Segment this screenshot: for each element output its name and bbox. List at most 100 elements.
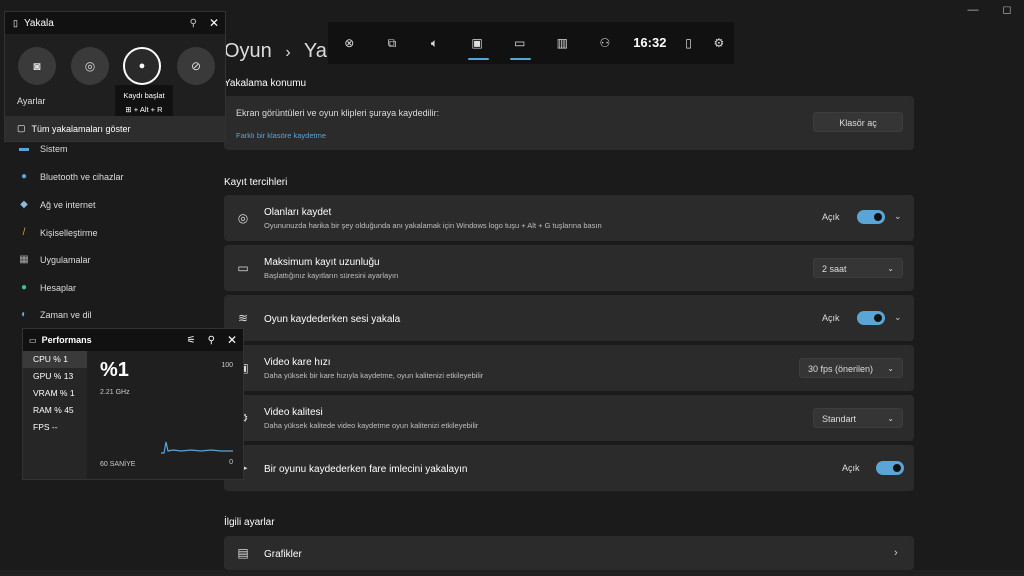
sidebar-item-label: Hesaplar <box>40 283 77 293</box>
taskbar <box>0 570 1024 576</box>
sidebar-item-personalization[interactable]: / Kişiselleştirme <box>18 227 98 239</box>
bar-chart-icon: ▥ <box>556 36 568 50</box>
settings-button[interactable]: ⚙ <box>704 22 734 64</box>
cpu-usage-graph <box>161 441 233 454</box>
frame-rate-dropdown[interactable]: 30 fps (önerilen) ⌄ <box>799 358 903 378</box>
metric-value: 13 <box>63 371 74 381</box>
pin-icon[interactable]: ⚲ <box>208 335 215 346</box>
different-folder-link[interactable]: Farklı bir klasöre kaydetme <box>236 131 326 140</box>
capture-cursor-toggle[interactable] <box>876 461 904 475</box>
widgets-icon: ⧉ <box>387 35 397 50</box>
toggle-state-label: Açık <box>822 313 840 323</box>
metric-ram[interactable]: RAM % 45 <box>23 402 87 419</box>
metric-value: 45 <box>64 405 74 415</box>
gear-icon: ⚙ <box>713 36 725 50</box>
graphics-icon: ▤ <box>237 546 249 560</box>
camera-icon: ◙ <box>33 59 41 73</box>
section-capture-location: Yakalama konumu <box>224 78 307 89</box>
record-audio-row[interactable]: ≋ Oyun kaydederken sesi yakala Açık ⌄ <box>224 295 914 341</box>
windows-key-icon: ⊞ <box>125 105 134 114</box>
sidebar-item-accounts[interactable]: ● Hesaplar <box>18 282 76 294</box>
metric-fps[interactable]: FPS -- <box>23 419 87 436</box>
minimize-button[interactable]: — <box>956 0 990 22</box>
audio-wave-icon: ≋ <box>237 311 249 325</box>
start-recording-button[interactable]: ● <box>123 47 161 85</box>
toggle-state-label: Açık <box>842 463 860 473</box>
row-title: Video kalitesi <box>264 407 323 418</box>
sidebar-item-label: Sistem <box>40 144 68 154</box>
chevron-down-icon[interactable]: ⌄ <box>894 312 902 323</box>
capture-widget-header: ▯ Yakala ⚲ ✕ <box>5 12 225 34</box>
gamebar-clock: 16:32 <box>633 35 667 50</box>
max-length-dropdown[interactable]: 2 saat ⌄ <box>813 258 903 278</box>
pin-icon[interactable]: ⚲ <box>190 18 197 29</box>
chevron-down-icon[interactable]: ⌄ <box>894 211 902 222</box>
restore-button[interactable]: ◻ <box>990 0 1024 22</box>
gallery-icon: ▢ <box>17 123 26 133</box>
performance-widget-header: ▭ Performans ⚟ ⚲ ✕ <box>23 329 243 351</box>
widgets-button[interactable]: ⧉ <box>371 22 414 64</box>
record-last-icon: ◎ <box>84 59 96 73</box>
sidebar-item-label: Bluetooth ve cihazlar <box>40 172 124 182</box>
audio-button[interactable]: 🔈︎ <box>413 22 456 64</box>
record-icon: ◎ <box>237 211 249 225</box>
sidebar-item-network[interactable]: ◆ Ağ ve internet <box>18 199 95 211</box>
monitor-icon: ▬ <box>19 143 29 154</box>
metric-label: CPU % <box>33 354 61 364</box>
close-icon[interactable]: ✕ <box>227 333 237 347</box>
capture-location-card: Ekran görüntüleri ve oyun klipleri şuray… <box>224 96 914 150</box>
resources-button[interactable]: ▥ <box>541 22 584 64</box>
apps-icon: ▦ <box>19 254 29 265</box>
graph-max-label: 100 <box>221 362 233 369</box>
microphone-button[interactable]: ⊘ <box>177 47 215 85</box>
wifi-icon: ◆ <box>20 199 28 210</box>
video-camera-icon: ▭ <box>237 261 249 275</box>
options-icon[interactable]: ⚟ <box>187 335 196 346</box>
sidebar-item-bluetooth[interactable]: ● Bluetooth ve cihazlar <box>18 171 124 183</box>
performance-widget-title: Performans <box>41 335 92 345</box>
row-subtitle: Daha yüksek bir kare hızıyla kaydetme, o… <box>264 371 484 380</box>
sidebar-item-apps[interactable]: ▦ Uygulamalar <box>18 254 90 266</box>
game-bar: ⊗ ⧉ 🔈︎ ▣ ▭ ▥ ⚇ 16:32 ▯ ⚙ <box>328 22 734 64</box>
record-what-happened-row[interactable]: ◎ Olanları kaydet Oyununuzda harika bir … <box>224 195 914 241</box>
chevron-down-icon: ⌄ <box>887 414 894 423</box>
globe-icon: ◐ <box>20 309 28 320</box>
row-subtitle: Oyununuzda harika bir şey olduğunda anı … <box>264 221 602 230</box>
dropdown-value: Standart <box>822 414 857 424</box>
sidebar-item-time-language[interactable]: ◐ Zaman ve dil <box>18 309 92 321</box>
sidebar-item-label: Kişiselleştirme <box>40 228 98 238</box>
performance-button[interactable]: ▭ <box>498 22 541 64</box>
cpu-frequency: 2.21 GHz <box>100 389 130 396</box>
breadcrumb-separator: › <box>285 44 291 61</box>
record-dot-icon: ● <box>138 60 146 72</box>
video-quality-dropdown[interactable]: Standart ⌄ <box>813 408 903 428</box>
capture-button[interactable]: ▣ <box>456 22 499 64</box>
sidebar-item-system[interactable]: ▬ Sistem <box>18 143 68 155</box>
section-related: İlgili ayarlar <box>224 517 275 528</box>
record-last-button[interactable]: ◎ <box>71 47 109 85</box>
max-recording-length-row: ▭ Maksimum kayıt uzunluğu Başlattığınız … <box>224 245 914 291</box>
performance-icon: ▭ <box>514 36 526 50</box>
breadcrumb-parent[interactable]: Oyun <box>224 40 272 62</box>
sidebar-item-label: Zaman ve dil <box>40 310 92 320</box>
metric-gpu[interactable]: GPU % 13 <box>23 368 87 385</box>
show-all-captures-button[interactable]: ▢ Tüm yakalamaları göster <box>5 116 225 141</box>
row-subtitle: Daha yüksek kalitede video kaydetme oyun… <box>264 421 479 430</box>
social-button[interactable]: ⚇ <box>584 22 627 64</box>
capture-widget-icon: ▯ <box>13 17 18 28</box>
record-audio-toggle[interactable] <box>857 311 885 325</box>
tooltip-shortcut: + Alt + R <box>133 105 163 114</box>
metric-cpu[interactable]: CPU % 1 <box>23 351 87 368</box>
record-what-happened-toggle[interactable] <box>857 210 885 224</box>
screenshot-button[interactable]: ◙ <box>18 47 56 85</box>
capture-widget-title: Yakala <box>23 17 54 29</box>
graphics-row[interactable]: ▤ Grafikler › <box>224 536 914 570</box>
chevron-down-icon: ⌄ <box>887 264 894 273</box>
metric-vram[interactable]: VRAM % 1 <box>23 385 87 402</box>
close-icon[interactable]: ✕ <box>209 16 219 30</box>
capture-settings-label[interactable]: Ayarlar <box>17 96 45 106</box>
mouse-button[interactable]: ▯ <box>673 22 703 64</box>
xbox-button[interactable]: ⊗ <box>328 22 371 64</box>
open-folder-button[interactable]: Klasör aç <box>813 112 903 132</box>
cpu-big-value: %1 <box>100 359 129 381</box>
